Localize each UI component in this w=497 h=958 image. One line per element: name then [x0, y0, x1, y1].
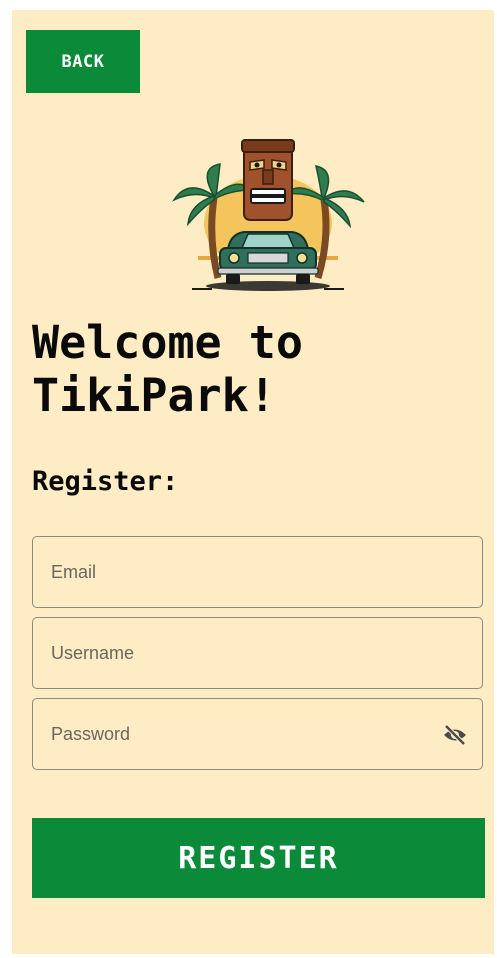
- back-button[interactable]: BACK: [26, 30, 140, 93]
- email-input[interactable]: [33, 537, 482, 607]
- password-field[interactable]: [32, 698, 483, 770]
- title-line-1: Welcome to: [32, 316, 303, 369]
- tikipark-logo: [168, 138, 368, 298]
- register-button[interactable]: REGISTER: [32, 818, 485, 898]
- password-input[interactable]: [33, 699, 482, 769]
- eye-off-icon[interactable]: [440, 720, 470, 750]
- register-heading: Register:: [32, 466, 179, 497]
- username-field[interactable]: [32, 617, 483, 689]
- page-title: Welcome to TikiPark!: [32, 316, 472, 422]
- title-line-2: TikiPark!: [32, 369, 276, 422]
- username-input[interactable]: [33, 618, 482, 688]
- email-field[interactable]: [32, 536, 483, 608]
- register-screen: BACK Welcome to TikiPark! Register: Emai…: [12, 10, 494, 954]
- tiki-car-palm-logo-icon: [171, 139, 365, 291]
